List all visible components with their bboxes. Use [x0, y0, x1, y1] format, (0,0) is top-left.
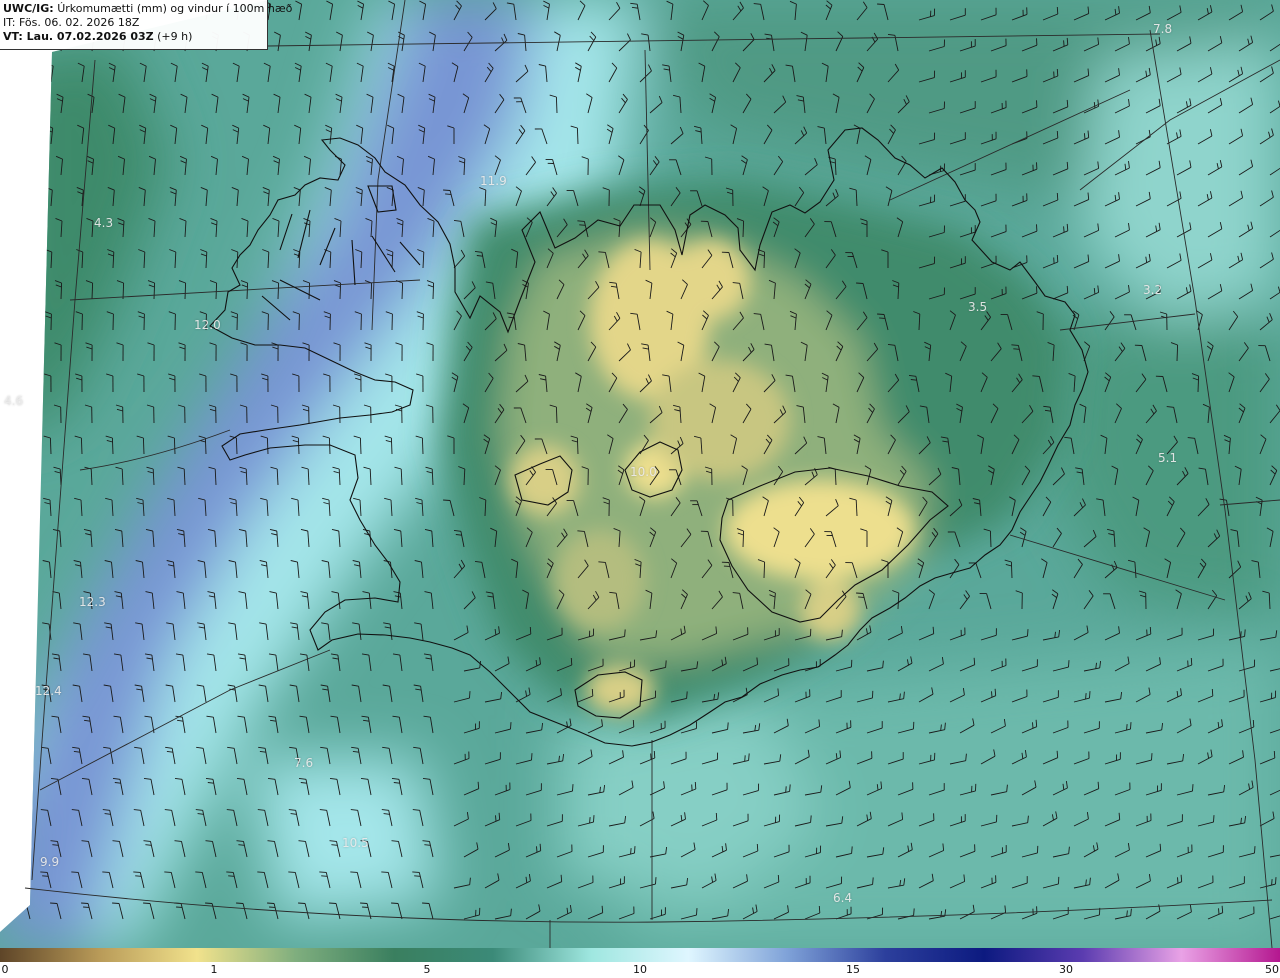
colorbar-tick: 30: [1059, 963, 1073, 976]
value-label: 7.8: [1153, 22, 1173, 36]
field-name: Úrkomumætti (mm) og vindur í 100m hæð: [57, 2, 293, 15]
value-label: 5.1: [1158, 451, 1178, 465]
value-label: 11.9: [480, 174, 507, 188]
init-time: IT: Fös. 06. 02. 2026 18Z: [3, 16, 140, 29]
value-label: 4.6: [4, 394, 24, 408]
colorbar-tick: 0: [1, 963, 9, 976]
colorbar-tick: 50: [1265, 963, 1279, 976]
colorbar-strip: [0, 948, 1280, 962]
colorbar-tick: 15: [846, 963, 860, 976]
colorbar-legend: 0 1 5 10 15 30 50: [0, 948, 1280, 978]
forecast-offset: (+9 h): [157, 30, 193, 43]
valid-time-line: VT: Lau. 07.02.2026 03Z (+9 h): [3, 30, 264, 44]
colorbar-tick: 5: [423, 963, 431, 976]
colorbar-tick: 1: [210, 963, 218, 976]
value-label: 12.3: [79, 595, 106, 609]
valid-time: VT: Lau. 07.02.2026 03Z: [3, 30, 154, 43]
value-label: 12.0: [194, 318, 221, 332]
map-header: UWC/IG: Úrkomumætti (mm) og vindur í 100…: [0, 0, 292, 50]
colorbar-tick: 10: [633, 963, 647, 976]
title-line: UWC/IG: Úrkomumætti (mm) og vindur í 100…: [3, 2, 292, 16]
value-label: 3.2: [1143, 283, 1163, 297]
value-label: 4.3: [94, 216, 114, 230]
value-label: 6.4: [833, 891, 853, 905]
value-label: 9.9: [40, 855, 60, 869]
value-label: 3.5: [968, 300, 988, 314]
value-label: 12.4: [35, 684, 62, 698]
value-label: 7.6: [294, 756, 314, 770]
model-name: UWC/IG:: [3, 2, 54, 15]
value-label: 10.5: [342, 836, 369, 850]
value-label: 10.0: [630, 465, 657, 479]
